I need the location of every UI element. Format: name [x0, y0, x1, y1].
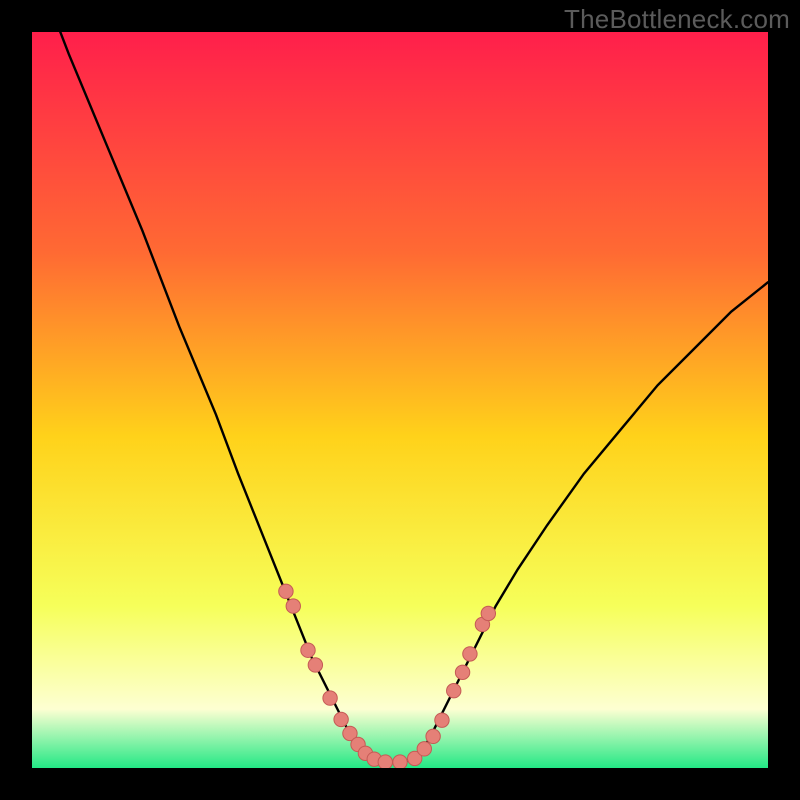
sample-point: [378, 755, 392, 768]
sample-point: [301, 643, 315, 657]
sample-point: [463, 647, 477, 661]
sample-point: [323, 691, 337, 705]
sample-point: [447, 684, 461, 698]
chart-frame: TheBottleneck.com: [0, 0, 800, 800]
sample-point: [435, 713, 449, 727]
chart-canvas: [32, 32, 768, 768]
sample-point: [308, 658, 322, 672]
sample-point: [455, 665, 469, 679]
sample-point: [393, 755, 407, 768]
watermark-text: TheBottleneck.com: [564, 4, 790, 35]
sample-point: [481, 606, 495, 620]
sample-point: [279, 584, 293, 598]
sample-point: [426, 729, 440, 743]
sample-point: [286, 599, 300, 613]
gradient-background: [32, 32, 768, 768]
sample-point: [334, 712, 348, 726]
sample-point: [417, 742, 431, 756]
plot-area: [32, 32, 768, 768]
